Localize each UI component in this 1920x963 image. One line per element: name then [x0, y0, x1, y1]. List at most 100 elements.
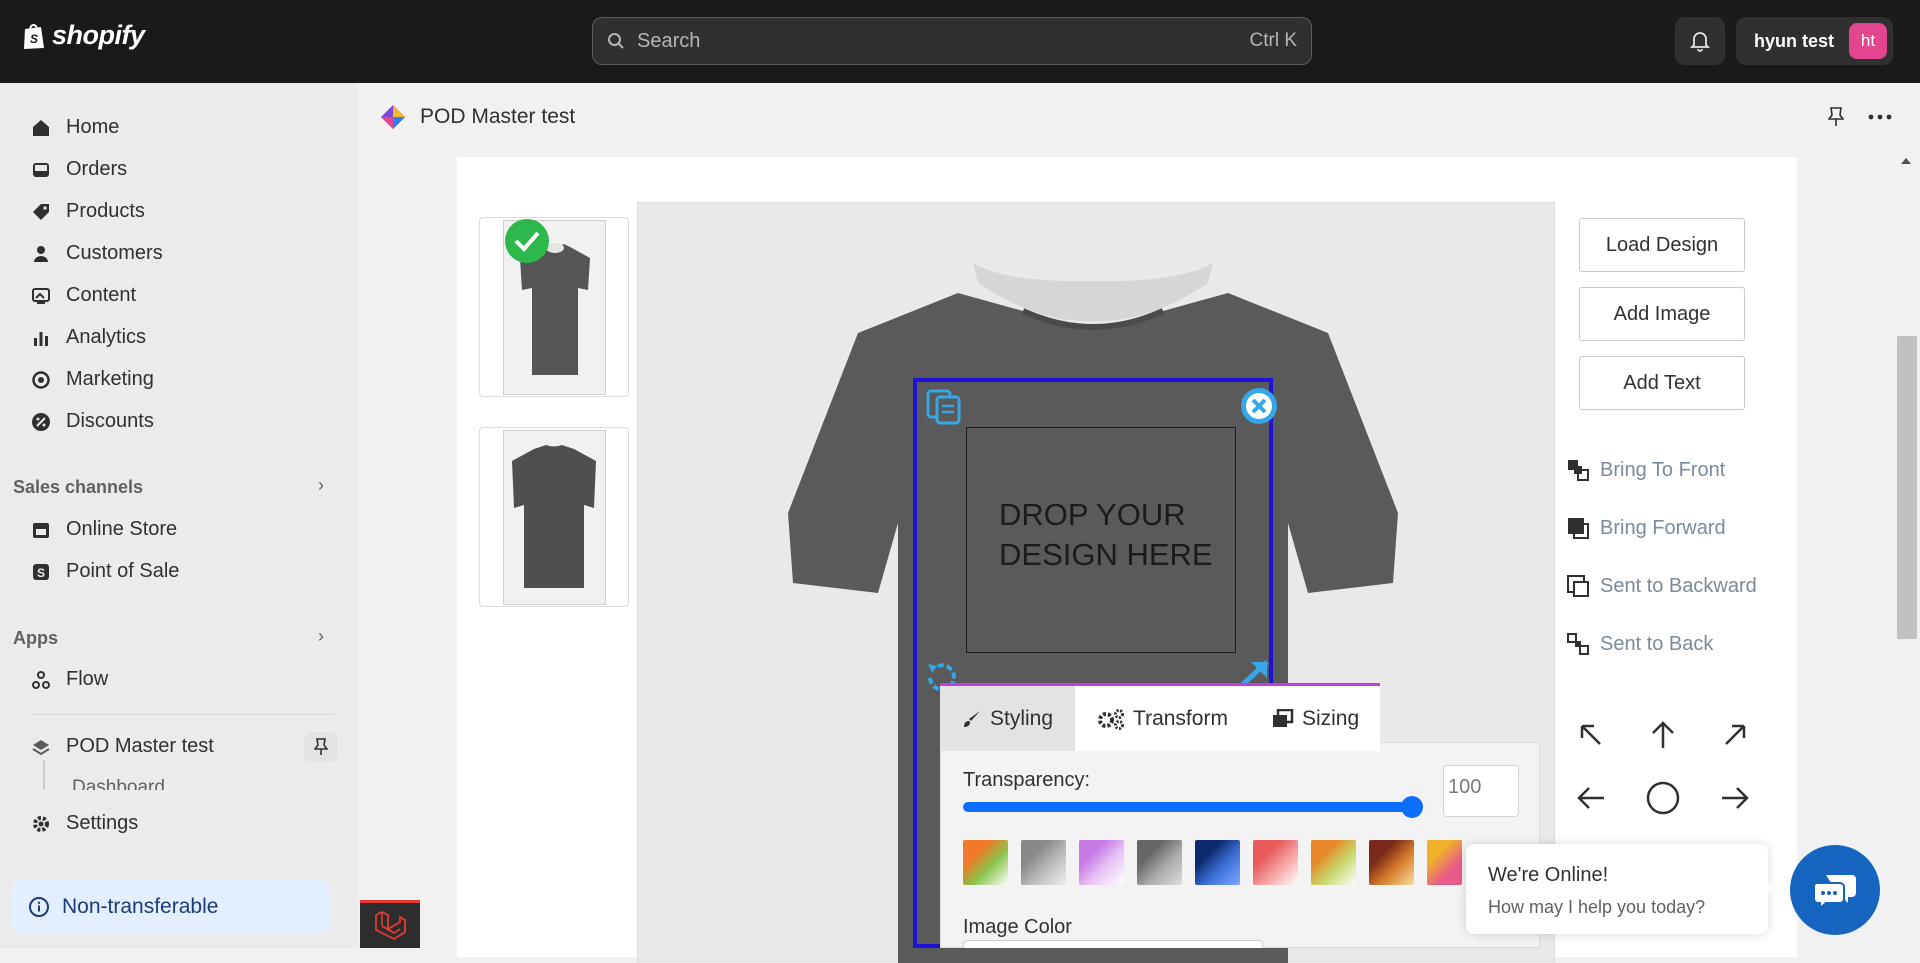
- move-right-button[interactable]: [1715, 778, 1755, 818]
- filter-swatch[interactable]: [1311, 840, 1356, 885]
- app-icon: [30, 736, 52, 758]
- gear-icon: [30, 813, 52, 835]
- load-design-button[interactable]: Load Design: [1579, 218, 1745, 272]
- add-image-button[interactable]: Add Image: [1579, 287, 1745, 341]
- tab-label: Transform: [1133, 706, 1228, 730]
- brush-icon: [964, 710, 980, 727]
- sidebar-item-label: Discounts: [66, 410, 154, 432]
- search-input[interactable]: Search Ctrl K: [592, 17, 1312, 65]
- scroll-up-icon[interactable]: [1899, 156, 1913, 166]
- laravel-debug-button[interactable]: [360, 900, 420, 948]
- tab-styling[interactable]: Styling: [940, 686, 1076, 751]
- chevron-right-icon[interactable]: ›: [318, 475, 324, 496]
- move-up-left-button[interactable]: [1571, 715, 1611, 755]
- sidebar-item-label: Analytics: [66, 326, 147, 348]
- send-backward-icon: [1567, 575, 1589, 597]
- bubble-tail: [1763, 880, 1775, 896]
- transparency-slider-handle[interactable]: [1401, 796, 1423, 818]
- gears-icon: [1098, 708, 1125, 730]
- image-color-input[interactable]: [963, 940, 1263, 948]
- shopify-bag-icon: S: [24, 23, 44, 49]
- bring-to-front-button[interactable]: Bring To Front: [1566, 458, 1725, 482]
- move-up-right-button[interactable]: [1715, 715, 1755, 755]
- sidebar-item-orders[interactable]: Orders: [30, 158, 127, 181]
- app-header: POD Master test: [360, 83, 1920, 151]
- add-text-button[interactable]: Add Text: [1579, 356, 1745, 410]
- chat-subtitle: How may I help you today?: [1488, 897, 1706, 917]
- search-icon: [608, 33, 624, 49]
- filter-swatch[interactable]: [1427, 840, 1462, 885]
- sidebar-item-home[interactable]: Home: [30, 116, 119, 139]
- filter-swatch[interactable]: [1021, 840, 1066, 885]
- sidebar-item-online-store[interactable]: Online Store: [30, 518, 177, 541]
- close-icon[interactable]: [1239, 386, 1279, 426]
- transparency-input[interactable]: 100: [1443, 765, 1519, 817]
- filter-swatch[interactable]: [1195, 840, 1240, 885]
- bring-forward-button[interactable]: Bring Forward: [1566, 516, 1726, 540]
- target-icon: [30, 369, 52, 391]
- transparency-slider[interactable]: [963, 802, 1413, 812]
- divider: [30, 714, 335, 715]
- layer-action-label: Bring Forward: [1600, 516, 1726, 539]
- sidebar-item-products[interactable]: Products: [30, 200, 145, 223]
- filter-swatch[interactable]: [1369, 840, 1414, 885]
- sidebar-item-analytics[interactable]: Analytics: [30, 326, 146, 349]
- pin-button[interactable]: [304, 732, 338, 762]
- sidebar-item-settings[interactable]: Settings: [30, 812, 138, 835]
- sidebar-item-point-of-sale[interactable]: S Point of Sale: [30, 560, 179, 583]
- scrollbar-thumb[interactable]: [1897, 336, 1917, 639]
- arrow-right-icon: [1722, 787, 1749, 809]
- sidebar-item-label: Customers: [66, 242, 163, 264]
- tab-transform[interactable]: Transform: [1075, 686, 1250, 751]
- svg-text:S: S: [30, 32, 38, 46]
- avatar: ht: [1849, 23, 1887, 59]
- store-icon: [30, 519, 52, 541]
- user-menu-button[interactable]: hyun test ht: [1736, 17, 1893, 65]
- sidebar-item-discounts[interactable]: Discounts: [30, 410, 154, 433]
- non-transferable-badge[interactable]: Non-transferable: [12, 880, 330, 934]
- move-left-button[interactable]: [1571, 778, 1611, 818]
- copy-icon[interactable]: [924, 387, 964, 425]
- info-icon: [29, 897, 49, 917]
- sidebar-item-label: Home: [66, 116, 120, 138]
- sidebar-item-label: Point of Sale: [66, 560, 180, 582]
- shopify-logo[interactable]: S shopify: [22, 20, 145, 51]
- pin-icon[interactable]: [1828, 107, 1844, 127]
- sidebar-item-label: Settings: [66, 812, 139, 834]
- chat-title: We're Online!: [1488, 864, 1609, 886]
- arrow-left-icon: [1577, 787, 1604, 809]
- pin-icon: [314, 738, 328, 755]
- drop-text-line1: DROP YOUR: [999, 497, 1186, 532]
- chat-launcher-button[interactable]: [1790, 845, 1880, 935]
- sidebar-item-customers[interactable]: Customers: [30, 242, 163, 265]
- filter-swatch[interactable]: [963, 840, 1008, 885]
- top-bar: S shopify Search Ctrl K hyun test ht: [0, 0, 1920, 83]
- tab-sizing[interactable]: Sizing: [1250, 686, 1381, 751]
- center-button[interactable]: [1643, 778, 1683, 818]
- chevron-right-icon[interactable]: ›: [318, 626, 324, 647]
- drop-text-line2: DESIGN HERE: [999, 537, 1213, 572]
- tab-label: Sizing: [1301, 706, 1360, 730]
- pos-icon: S: [30, 561, 52, 583]
- back-view-thumbnail[interactable]: [479, 427, 629, 607]
- search-placeholder: Search: [637, 29, 701, 52]
- sidebar-item-flow[interactable]: Flow: [30, 668, 108, 691]
- sidebar-item-marketing[interactable]: Marketing: [30, 368, 154, 391]
- search-shortcut: Ctrl K: [1249, 30, 1298, 51]
- notifications-button[interactable]: [1675, 17, 1725, 65]
- chat-greeting-bubble[interactable]: We're Online! How may I help you today?: [1466, 844, 1768, 934]
- send-to-back-button[interactable]: Sent to Back: [1566, 632, 1713, 656]
- front-view-thumbnail[interactable]: [479, 217, 629, 397]
- more-icon[interactable]: [1868, 113, 1892, 121]
- filter-swatch[interactable]: [1137, 840, 1182, 885]
- flow-icon: [30, 669, 52, 691]
- filter-swatch[interactable]: [1079, 840, 1124, 885]
- sales-channels-title: Sales channels: [13, 477, 144, 497]
- send-backward-button[interactable]: Sent to Backward: [1566, 574, 1757, 598]
- move-up-button[interactable]: [1643, 715, 1683, 755]
- sidebar-item-pod-master[interactable]: POD Master test: [30, 735, 214, 758]
- bell-icon: [1690, 32, 1710, 52]
- filter-swatch[interactable]: [1253, 840, 1298, 885]
- sidebar-item-content[interactable]: Content: [30, 284, 136, 307]
- arrow-up-icon: [1652, 721, 1674, 748]
